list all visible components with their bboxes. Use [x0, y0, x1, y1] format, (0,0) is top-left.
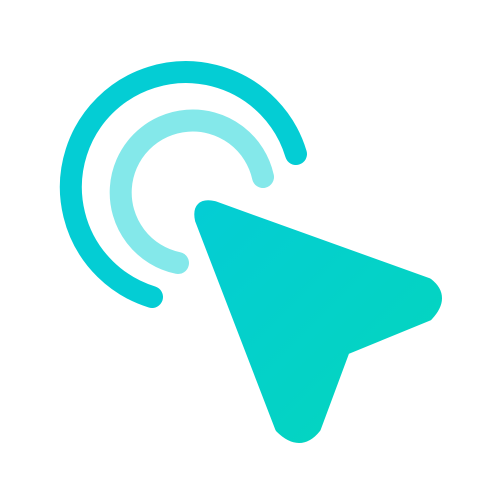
cursor-arrow [194, 200, 442, 443]
click-cursor-icon [59, 61, 442, 443]
icon-canvas [0, 0, 500, 500]
